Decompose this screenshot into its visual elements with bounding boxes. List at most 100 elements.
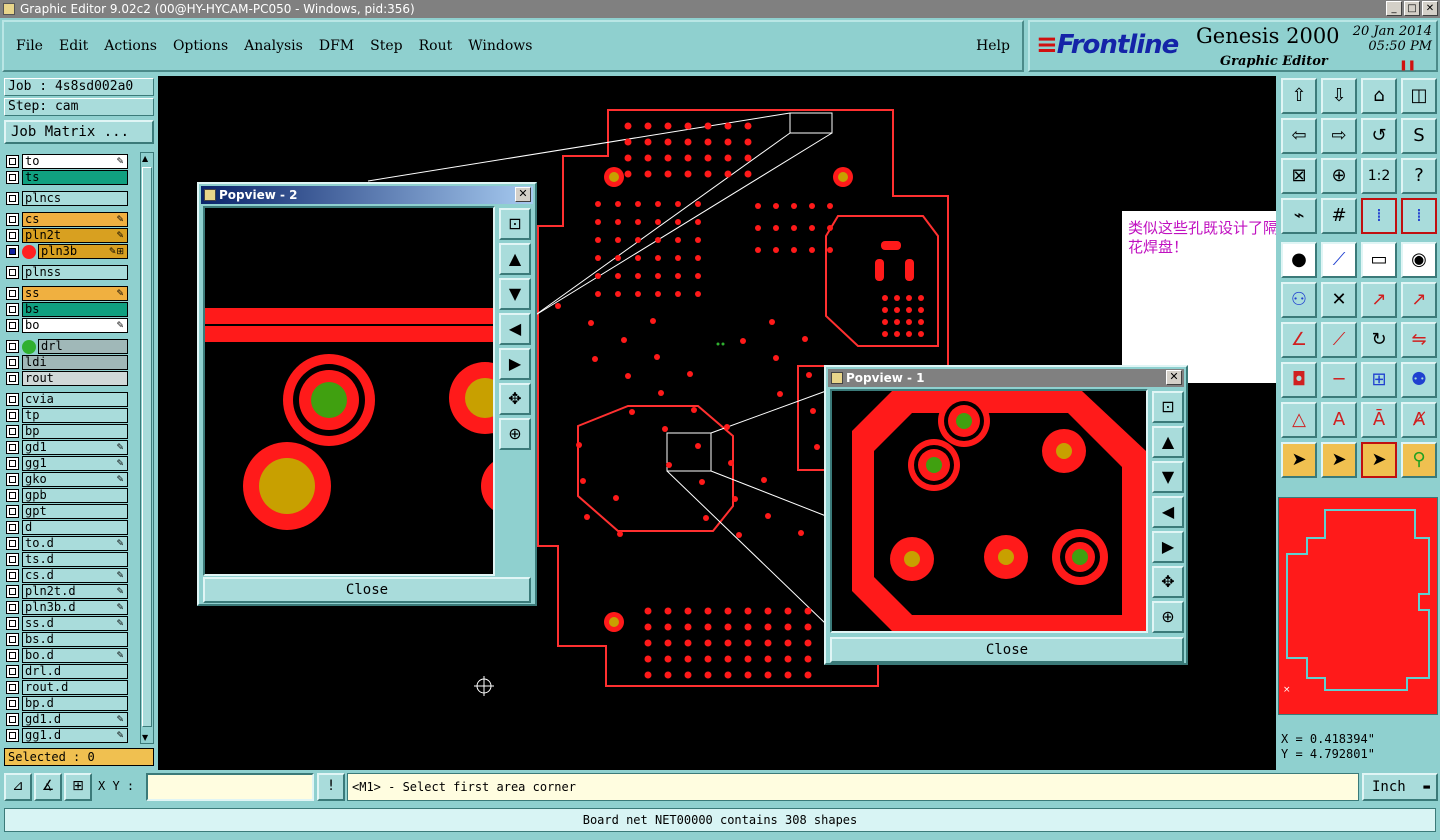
layer-name[interactable]: ts.d (22, 552, 128, 567)
net-highlight-icon[interactable]: ⁞ (1361, 198, 1397, 234)
select-pad-icon[interactable]: ◉ (1401, 242, 1437, 278)
layer-name[interactable]: to (22, 154, 128, 169)
layer-name[interactable]: ss (22, 286, 128, 301)
layer-row[interactable]: rout (6, 371, 128, 386)
layer-checkbox[interactable] (6, 287, 19, 300)
layer-row[interactable]: gg1.d ✎ (6, 728, 128, 743)
layer-row[interactable]: bs.d (6, 632, 128, 647)
layer-checkbox[interactable] (6, 665, 19, 678)
layer-row[interactable]: bo ✎ (6, 318, 128, 333)
pan-left-icon[interactable]: ◀ (1152, 496, 1184, 528)
layer-checkbox[interactable] (6, 569, 19, 582)
connect-icon[interactable]: ⚇ (1281, 282, 1317, 318)
layer-name[interactable]: pln3b.d (22, 600, 128, 615)
layer-name[interactable]: rout.d (22, 680, 128, 695)
layer-name[interactable]: cs.d (22, 568, 128, 583)
close-window-button[interactable]: ✕ (1422, 1, 1438, 16)
scale-1-2-icon[interactable]: 1:2 (1361, 158, 1397, 194)
layer-row[interactable]: gd1.d ✎ (6, 712, 128, 727)
grid-icon[interactable]: # (1321, 198, 1357, 234)
pointer-icon[interactable]: ➤ (1281, 442, 1317, 478)
layer-checkbox[interactable] (6, 729, 19, 742)
layer-checkbox[interactable] (6, 473, 19, 486)
help-icon[interactable]: ? (1401, 158, 1437, 194)
layer-row[interactable]: drl.d (6, 664, 128, 679)
layer-name[interactable]: gg1.d (22, 728, 128, 743)
layer-row[interactable]: pln2t ✎ (6, 228, 128, 243)
layer-checkbox[interactable] (6, 521, 19, 534)
move-pad-icon[interactable]: ↗ (1361, 282, 1397, 318)
layer-row[interactable]: cvia (6, 392, 128, 407)
menu-step[interactable]: Step (370, 38, 402, 54)
layer-checkbox[interactable] (6, 356, 19, 369)
layer-row[interactable]: gpb (6, 488, 128, 503)
triangle-icon[interactable]: △ (1281, 402, 1317, 438)
layer-row[interactable]: tp (6, 408, 128, 423)
layer-row[interactable]: ts (6, 170, 128, 185)
layer-name[interactable]: gd1 (22, 440, 128, 455)
layer-checkbox[interactable] (6, 457, 19, 470)
layer-row[interactable]: ss ✎ (6, 286, 128, 301)
popview-1-close-x[interactable]: ✕ (1166, 370, 1182, 385)
layer-row[interactable]: cs ✎ (6, 212, 128, 227)
layer-checkbox[interactable] (6, 489, 19, 502)
scrollbar-thumb[interactable] (142, 167, 152, 727)
layer-checkbox[interactable] (6, 697, 19, 710)
zoom-down-icon[interactable]: ⇩ (1321, 78, 1357, 114)
pan-up-icon[interactable]: ▲ (1152, 426, 1184, 458)
flip-icon[interactable]: ⇋ (1401, 322, 1437, 358)
layer-row[interactable]: to.d ✎ (6, 536, 128, 551)
segment-icon[interactable]: ─ (1321, 362, 1357, 398)
layer-row[interactable]: drl (6, 339, 128, 354)
layer-row[interactable]: pln3b.d ✎ (6, 600, 128, 615)
layer-row[interactable]: cs.d ✎ (6, 568, 128, 583)
menu-edit[interactable]: Edit (59, 38, 88, 54)
cross-icon[interactable]: ✕ (1321, 282, 1357, 318)
layer-row[interactable]: gko ✎ (6, 472, 128, 487)
popview-2-close-x[interactable]: ✕ (515, 187, 531, 202)
layer-name[interactable]: ts (22, 170, 128, 185)
layer-name[interactable]: pln2t.d (22, 584, 128, 599)
group-icon[interactable]: ⚉ (1401, 362, 1437, 398)
layer-row[interactable]: gpt (6, 504, 128, 519)
layer-row[interactable]: bp (6, 424, 128, 439)
layer-checkbox[interactable] (6, 585, 19, 598)
maximize-button[interactable]: □ (1404, 1, 1420, 16)
layer-name[interactable]: cs (22, 212, 128, 227)
layer-checkbox[interactable] (6, 601, 19, 614)
pause-icon[interactable]: ❚❚ (1399, 60, 1416, 71)
pan-up-icon[interactable]: ▲ (499, 243, 531, 275)
layer-scrollbar[interactable]: ▲ ▼ (140, 152, 154, 744)
pan-right-icon[interactable]: ▶ (1152, 531, 1184, 563)
layer-name[interactable]: bo (22, 318, 128, 333)
layer-name[interactable]: gko (22, 472, 128, 487)
redraw-icon[interactable]: ↺ (1361, 118, 1397, 154)
layer-name[interactable]: bo.d (22, 648, 128, 663)
home-icon[interactable]: ⌂ (1361, 78, 1397, 114)
layer-row[interactable]: ldi (6, 355, 128, 370)
layer-checkbox[interactable] (6, 393, 19, 406)
layer-checkbox[interactable] (6, 681, 19, 694)
layer-name[interactable]: plnss (22, 265, 128, 280)
layer-row[interactable]: pln3b ✎⊞ (6, 244, 128, 259)
layer-name[interactable]: to.d (22, 536, 128, 551)
angle-icon[interactable]: ∠ (1281, 322, 1317, 358)
layer-name[interactable]: gpb (22, 488, 128, 503)
zoom-out-icon[interactable]: ✥ (499, 383, 531, 415)
layer-row[interactable]: gd1 ✎ (6, 440, 128, 455)
line-tool-icon[interactable]: ⟋ (1321, 242, 1357, 278)
arc-icon[interactable]: ↻ (1361, 322, 1397, 358)
a-bar-icon[interactable]: Ā (1361, 402, 1397, 438)
layer-name[interactable]: pln2t (22, 228, 128, 243)
zoom-home-icon[interactable]: ⇧ (1281, 78, 1317, 114)
menu-help[interactable]: Help (976, 38, 1010, 54)
layer-checkbox[interactable] (6, 213, 19, 226)
split-view-icon[interactable]: ◫ (1401, 78, 1437, 114)
layer-name[interactable]: bs.d (22, 632, 128, 647)
copy-pad-icon[interactable]: ↗ (1401, 282, 1437, 318)
layer-checkbox[interactable] (6, 441, 19, 454)
pan-right-tool-icon[interactable]: ⇨ (1321, 118, 1357, 154)
add-pad-icon[interactable]: ● (1281, 242, 1317, 278)
layer-checkbox[interactable] (6, 229, 19, 242)
layer-checkbox[interactable] (6, 319, 19, 332)
